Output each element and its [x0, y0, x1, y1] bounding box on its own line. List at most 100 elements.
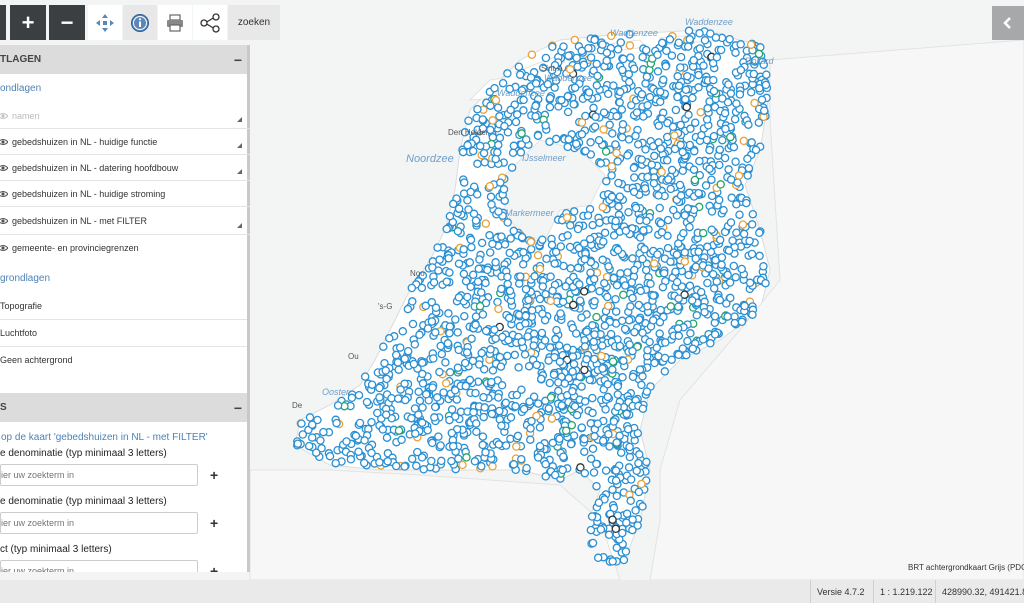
church-marker[interactable] — [650, 358, 659, 368]
church-marker[interactable] — [732, 228, 741, 237]
church-marker[interactable] — [704, 264, 713, 273]
church-marker[interactable] — [570, 402, 580, 411]
church-marker[interactable] — [759, 106, 769, 115]
church-marker[interactable] — [622, 509, 632, 518]
church-marker[interactable] — [432, 393, 442, 402]
church-marker[interactable] — [521, 284, 531, 294]
church-marker[interactable] — [673, 72, 682, 81]
church-marker[interactable] — [604, 429, 613, 439]
church-marker[interactable] — [674, 81, 684, 91]
church-marker[interactable] — [478, 310, 488, 319]
church-marker[interactable] — [481, 448, 490, 457]
church-marker[interactable] — [579, 287, 589, 296]
church-marker[interactable] — [635, 233, 645, 242]
search-button[interactable]: zoeken — [228, 5, 280, 40]
church-marker[interactable] — [625, 442, 634, 452]
church-marker[interactable] — [592, 59, 601, 69]
church-marker[interactable] — [640, 245, 649, 254]
church-marker[interactable] — [580, 447, 589, 456]
church-marker[interactable] — [687, 296, 697, 305]
church-marker[interactable] — [617, 133, 627, 142]
church-marker[interactable] — [448, 441, 458, 451]
collapse-panel-button[interactable] — [992, 6, 1024, 40]
church-marker[interactable] — [683, 336, 692, 346]
church-marker[interactable] — [598, 436, 608, 446]
church-marker[interactable] — [630, 173, 639, 182]
church-marker[interactable] — [407, 413, 416, 423]
church-marker[interactable] — [575, 296, 585, 305]
church-marker[interactable] — [454, 293, 464, 302]
church-marker[interactable] — [709, 86, 719, 96]
church-marker[interactable] — [464, 116, 473, 125]
church-marker[interactable] — [634, 487, 644, 497]
church-marker[interactable] — [524, 295, 533, 305]
church-marker[interactable] — [655, 203, 664, 213]
filter-input[interactable] — [0, 560, 198, 572]
church-marker[interactable] — [417, 453, 427, 462]
church-marker[interactable] — [626, 53, 635, 62]
church-marker[interactable] — [478, 440, 487, 450]
church-marker[interactable] — [437, 349, 447, 359]
church-marker[interactable] — [495, 352, 505, 362]
church-marker[interactable] — [540, 336, 550, 345]
church-marker[interactable] — [470, 457, 480, 466]
church-marker[interactable] — [710, 330, 720, 339]
church-marker[interactable] — [613, 390, 623, 399]
church-marker[interactable] — [718, 94, 727, 103]
church-marker[interactable] — [600, 278, 609, 288]
church-marker[interactable] — [686, 329, 695, 338]
church-marker[interactable] — [588, 444, 598, 454]
church-marker[interactable] — [411, 429, 420, 438]
church-marker[interactable] — [398, 327, 408, 336]
church-marker[interactable] — [497, 421, 506, 430]
church-marker[interactable] — [589, 103, 598, 113]
church-marker[interactable] — [653, 250, 662, 259]
church-marker[interactable] — [409, 359, 419, 369]
church-marker[interactable] — [613, 381, 623, 391]
share-button[interactable] — [193, 5, 227, 40]
church-marker[interactable] — [649, 291, 658, 300]
church-marker[interactable] — [445, 415, 454, 425]
church-marker[interactable] — [509, 141, 519, 151]
church-marker[interactable] — [481, 219, 491, 228]
church-marker[interactable] — [659, 75, 668, 85]
church-marker[interactable] — [544, 356, 553, 365]
church-marker[interactable] — [736, 65, 746, 75]
church-marker[interactable] — [587, 284, 597, 293]
church-marker[interactable] — [545, 94, 555, 103]
church-marker[interactable] — [568, 367, 577, 376]
church-marker[interactable] — [637, 90, 647, 99]
church-marker[interactable] — [479, 148, 489, 158]
church-marker[interactable] — [541, 121, 550, 130]
church-marker[interactable] — [696, 287, 706, 297]
church-marker[interactable] — [705, 164, 714, 174]
church-marker[interactable] — [563, 231, 572, 240]
church-marker[interactable] — [569, 300, 578, 310]
church-marker[interactable] — [583, 211, 593, 220]
church-marker[interactable] — [429, 278, 439, 287]
church-marker[interactable] — [403, 346, 413, 356]
church-marker[interactable] — [679, 228, 688, 238]
church-marker[interactable] — [685, 35, 694, 44]
church-marker[interactable] — [656, 219, 666, 228]
church-marker[interactable] — [568, 387, 577, 396]
church-marker[interactable] — [746, 88, 756, 97]
church-marker[interactable] — [565, 65, 575, 74]
church-marker[interactable] — [582, 327, 591, 336]
church-marker[interactable] — [471, 419, 481, 428]
church-marker[interactable] — [332, 418, 341, 428]
church-marker[interactable] — [656, 305, 665, 315]
church-marker[interactable] — [447, 428, 457, 438]
church-marker[interactable] — [703, 242, 712, 252]
church-marker[interactable] — [517, 385, 526, 394]
church-marker[interactable] — [658, 282, 668, 292]
church-marker[interactable] — [561, 426, 571, 435]
church-marker[interactable] — [653, 50, 662, 60]
church-marker[interactable] — [586, 454, 596, 464]
church-marker[interactable] — [589, 468, 599, 477]
church-marker[interactable] — [412, 461, 421, 471]
church-marker[interactable] — [442, 277, 452, 286]
church-marker[interactable] — [727, 193, 736, 203]
church-marker[interactable] — [684, 26, 694, 36]
church-marker[interactable] — [545, 343, 555, 352]
